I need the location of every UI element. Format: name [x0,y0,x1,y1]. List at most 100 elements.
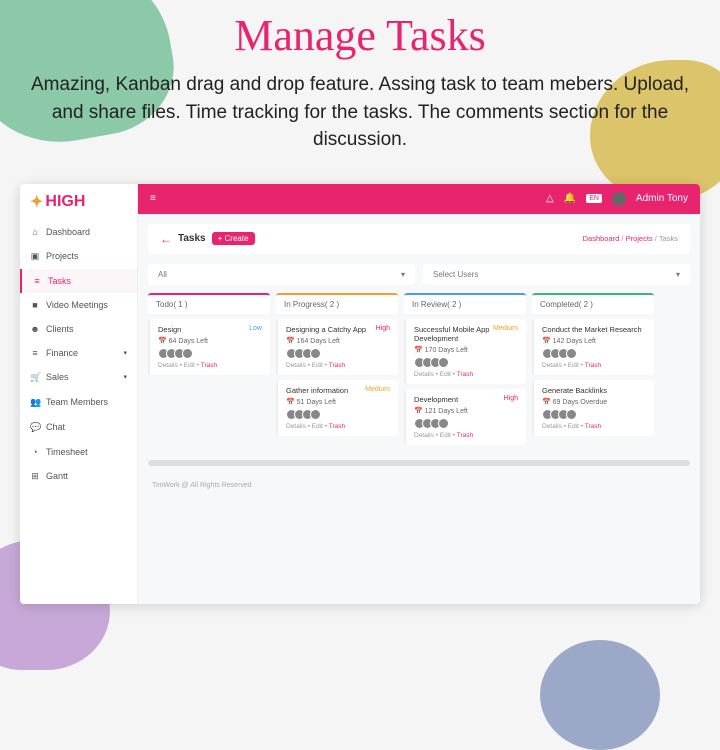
sidebar-item-finance[interactable]: ≡Finance▾ [20,341,137,365]
page-header: ← Tasks + Create Dashboard / Projects / … [148,224,690,254]
filter-all[interactable]: All▾ [148,264,415,285]
details-link[interactable]: Details [286,423,306,430]
user-name[interactable]: Admin Tony [636,193,688,204]
details-link[interactable]: Details [414,371,434,378]
card-title: Design [158,325,246,334]
sidebar-item-sales[interactable]: 🛒 Sales ▾ [20,365,137,390]
edit-link[interactable]: Edit [440,432,451,439]
app-window: ✦ HIGH ⌂Dashboard▣Projects≡Tasks■Video M… [20,184,700,604]
assignees [286,409,390,420]
nav-icon: 🛒 [30,372,40,383]
sidebar-item-video-meetings[interactable]: ■ Video Meetings [20,293,137,317]
breadcrumb[interactable]: Dashboard / Projects / Tasks [583,234,678,243]
lang-badge[interactable]: EN [586,194,602,203]
bell-icon[interactable]: 🔔 [564,193,576,204]
trash-link[interactable]: Trash [201,362,217,369]
details-link[interactable]: Details [414,432,434,439]
card-title: Generate Backlinks [542,386,646,395]
nav-icon: ■ [30,300,40,310]
edit-link[interactable]: Edit [184,362,195,369]
days-left: 📅 69 Days Overdue [542,398,646,406]
flame-icon: ✦ [30,192,43,212]
sidebar-item-clients[interactable]: ☻Clients [20,317,137,341]
priority-badge: Low [249,325,262,334]
task-card[interactable]: Generate Backlinks 📅 69 Days Overdue Detai… [532,380,654,436]
trash-link[interactable]: Trash [585,423,601,430]
sidebar-item-timesheet[interactable]: ◔ Timesheet [20,440,137,464]
column-header: Todo( 1 ) [148,293,270,314]
details-link[interactable]: Details [286,362,306,369]
trash-link[interactable]: Trash [329,362,345,369]
task-card[interactable]: DevelopmentHigh📅 121 Days LeftDetails • … [404,389,526,445]
create-button[interactable]: + Create [212,232,255,245]
nav-label: Video Meetings [46,300,108,310]
card-title: Designing a Catchy App [286,325,373,334]
nav-label: Projects [46,251,79,261]
days-left: 📅 51 Days Left [286,398,390,406]
chevron-down-icon: ▾ [123,349,127,357]
card-title: Development [414,395,501,404]
sidebar: ✦ HIGH ⌂Dashboard▣Projects≡Tasks■Video M… [20,184,138,604]
chevron-down-icon: ▾ [123,373,127,381]
sidebar-item-tasks[interactable]: ≡Tasks [20,269,137,293]
days-left: 📅 142 Days Left [542,337,646,345]
nav-icon: ⊞ [30,471,40,482]
trash-link[interactable]: Trash [457,371,473,378]
priority-badge: High [504,395,518,404]
nav-label: Timesheet [46,447,88,457]
column-header: In Progress( 2 ) [276,293,398,314]
assignees [542,348,646,359]
chevron-down-icon: ▾ [676,270,680,279]
task-card[interactable]: Conduct the Market Research📅 142 Days Le… [532,319,654,375]
assignees [286,348,390,359]
edit-link[interactable]: Edit [312,423,323,430]
task-card[interactable]: Successful Mobile App DevelopmentMedium📅… [404,319,526,384]
task-card[interactable]: DesignLow📅 64 Days LeftDetails • Edit • … [148,319,270,375]
nav-label: Chat [46,422,65,432]
notification-icon[interactable]: △ [546,193,554,204]
task-card[interactable]: Designing a Catchy AppHigh📅 164 Days Lef… [276,319,398,375]
topbar: ≡ △ 🔔 EN Admin Tony [138,184,700,214]
menu-icon[interactable]: ≡ [150,193,156,204]
sidebar-item-gantt[interactable]: ⊞Gantt [20,464,137,489]
trash-link[interactable]: Trash [329,423,345,430]
sidebar-item-chat[interactable]: 💬 Chat [20,415,137,440]
sidebar-item-team-members[interactable]: 👥Team Members [20,390,137,415]
sidebar-item-projects[interactable]: ▣ Projects [20,244,137,269]
page-title: Tasks [178,233,206,244]
nav-icon: ◔ [30,447,40,457]
nav-icon: ▣ [30,251,40,262]
footer: TimWork @ All Rights Reserved [138,476,700,495]
nav-label: Sales [46,372,69,382]
edit-link[interactable]: Edit [440,371,451,378]
days-left: 📅 64 Days Left [158,337,262,345]
edit-link[interactable]: Edit [568,423,579,430]
nav-label: Team Members [46,397,108,407]
days-left: 📅 170 Days Left [414,346,518,354]
edit-link[interactable]: Edit [312,362,323,369]
filter-users[interactable]: Select Users▾ [423,264,690,285]
hero-desc: Amazing, Kanban drag and drop feature. A… [20,71,700,154]
nav-label: Clients [46,324,74,334]
nav-label: Tasks [48,276,71,286]
sidebar-item-dashboard[interactable]: ⌂Dashboard [20,220,137,244]
days-left: 📅 121 Days Left [414,407,518,415]
trash-link[interactable]: Trash [457,432,473,439]
avatar[interactable] [612,192,626,206]
scrollbar[interactable] [148,460,690,466]
task-card[interactable]: Gather informationMedium📅 51 Days LeftDe… [276,380,398,436]
brand-text: HIGH [45,193,85,211]
logo: ✦ HIGH [20,184,137,220]
trash-link[interactable]: Trash [585,362,601,369]
assignees [414,357,518,368]
priority-badge: Medium [493,325,518,343]
nav-icon: 💬 [30,422,40,433]
details-link[interactable]: Details [158,362,178,369]
details-link[interactable]: Details [542,362,562,369]
chevron-down-icon: ▾ [401,270,405,279]
nav-icon: ≡ [30,348,40,358]
edit-link[interactable]: Edit [568,362,579,369]
details-link[interactable]: Details [542,423,562,430]
priority-badge: Medium [365,386,390,395]
back-icon[interactable]: ← [160,232,172,246]
